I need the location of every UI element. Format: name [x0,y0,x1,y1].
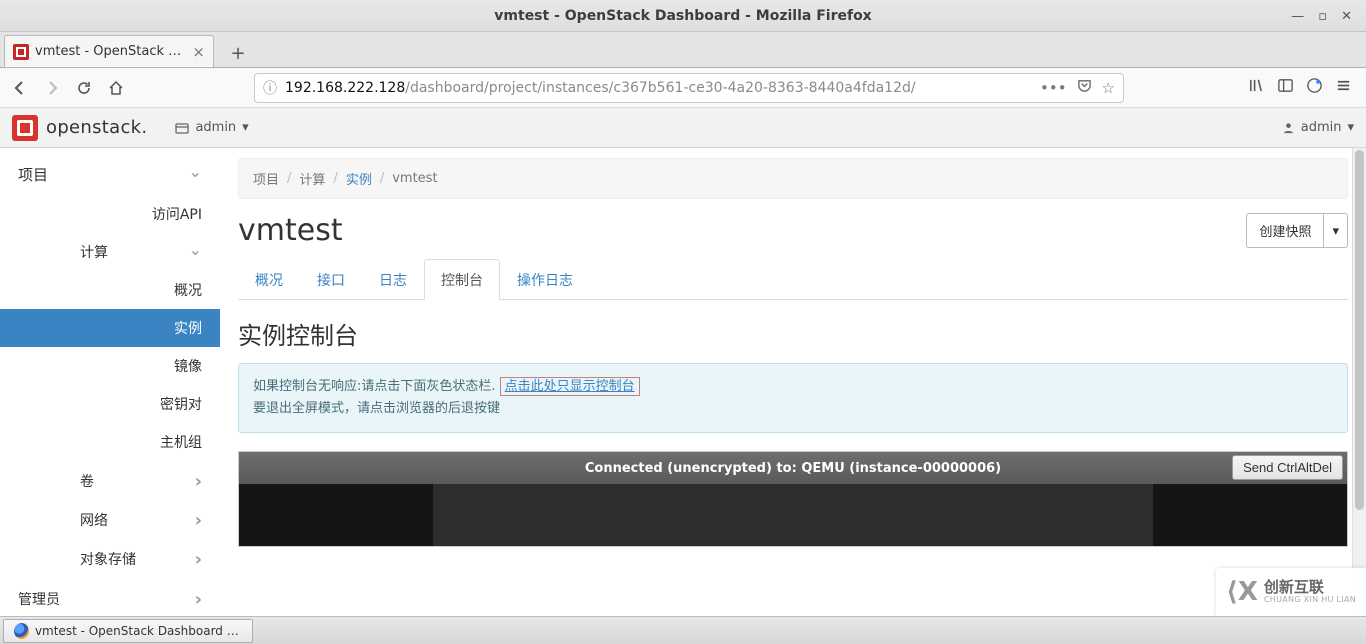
watermark-badge: ⟨X 创新互联 CHUANG XIN HU LIAN [1216,568,1366,616]
sidebar-group-objectstore[interactable]: 对象存储 [0,539,220,578]
breadcrumb-compute[interactable]: 计算 [299,169,325,188]
watermark-brand-zh: 创新互联 [1264,580,1356,596]
sidebar-group-compute[interactable]: 计算 [0,233,220,271]
openstack-favicon-icon [13,44,29,60]
breadcrumb-current: vmtest [392,171,437,186]
library-icon[interactable] [1248,77,1265,98]
sidebar-item-keypairs[interactable]: 密钥对 [0,385,220,423]
vnc-status-text: Connected (unencrypted) to: QEMU (instan… [239,461,1347,476]
tab-close-icon[interactable]: × [192,43,205,61]
chevron-right-icon [195,509,202,530]
breadcrumb: 项目 / 计算 / 实例 / vmtest [238,158,1348,199]
browser-navbar: ⓘ 192.168.222.128/dashboard/project/inst… [0,68,1366,108]
taskbar-item-label: vmtest - OpenStack Dashboard - M... [35,624,242,638]
nav-forward-button[interactable] [38,74,66,102]
sidebar-group-volumes[interactable]: 卷 [0,461,220,500]
main-content: 项目 / 计算 / 实例 / vmtest vmtest 创建快照 ▾ 概况 接… [220,148,1366,616]
create-snapshot-button[interactable]: 创建快照 [1246,213,1324,248]
send-ctrlaltdel-button[interactable]: Send CtrlAltDel [1232,455,1343,480]
pocket-icon[interactable] [1077,78,1092,97]
chevron-right-icon [195,588,202,609]
site-info-icon[interactable]: ⓘ [263,78,277,98]
sidebar-group-project[interactable]: 项目 [0,154,220,195]
breadcrumb-project[interactable]: 项目 [253,169,279,188]
user-icon [1282,121,1295,134]
vertical-scrollbar[interactable] [1352,148,1366,616]
tab-log[interactable]: 日志 [362,259,424,300]
detail-tabs: 概况 接口 日志 控制台 操作日志 [238,258,1348,300]
page-actions-icon[interactable]: ••• [1040,79,1067,97]
browser-tab-active[interactable]: vmtest - OpenStack Dash × [4,35,214,67]
chevron-right-icon [195,548,202,569]
sidebar-item-overview[interactable]: 概况 [0,271,220,309]
window-close-icon[interactable]: ✕ [1341,9,1352,24]
project-icon [175,121,189,135]
os-taskbar: vmtest - OpenStack Dashboard - M... [0,616,1366,644]
action-button-group: 创建快照 ▾ [1246,213,1348,248]
nav-home-button[interactable] [102,74,130,102]
browser-tab-label: vmtest - OpenStack Dash [35,44,186,59]
firefox-icon [14,623,29,639]
account-icon[interactable] [1306,77,1323,98]
vnc-status-bar[interactable]: Connected (unencrypted) to: QEMU (instan… [239,452,1347,484]
console-note: 如果控制台无响应:请点击下面灰色状态栏. 点击此处只显示控制台 要退出全屏模式，… [238,363,1348,433]
taskbar-item-firefox[interactable]: vmtest - OpenStack Dashboard - M... [3,619,253,643]
project-switcher[interactable]: admin ▾ [167,116,256,139]
window-title: vmtest - OpenStack Dashboard - Mozilla F… [0,8,1366,24]
caret-down-icon: ▾ [242,120,249,135]
user-menu[interactable]: admin ▾ [1282,120,1354,135]
sidebar-group-network[interactable]: 网络 [0,500,220,539]
action-dropdown-caret[interactable]: ▾ [1324,213,1348,248]
browser-tabstrip: vmtest - OpenStack Dash × + [0,32,1366,68]
tab-actionlog[interactable]: 操作日志 [500,259,590,300]
chevron-right-icon [195,470,202,491]
note-line1-text: 如果控制台无响应:请点击下面灰色状态栏. [253,379,496,394]
hamburger-menu-icon[interactable] [1335,77,1352,98]
sidebar-item-hostgroups[interactable]: 主机组 [0,423,220,461]
nav-reload-button[interactable] [70,74,98,102]
sidebar-item-images[interactable]: 镜像 [0,347,220,385]
openstack-wordmark: openstack. [46,117,147,138]
window-maximize-icon[interactable]: ▫ [1318,9,1327,24]
openstack-topbar: openstack. admin ▾ admin ▾ [0,108,1366,148]
new-tab-button[interactable]: + [224,39,252,67]
sidebar-group-admin[interactable]: 管理员 [0,578,220,619]
chevron-down-icon [189,165,202,184]
caret-down-icon: ▾ [1347,120,1354,135]
tab-console[interactable]: 控制台 [424,259,500,300]
nav-back-button[interactable] [6,74,34,102]
note-line2-text: 要退出全屏模式，请点击浏览器的后退按键 [253,398,1333,420]
sidebar-toggle-icon[interactable] [1277,77,1294,98]
tab-overview[interactable]: 概况 [238,259,300,300]
sidebar-item-instances[interactable]: 实例 [0,309,220,347]
url-text: 192.168.222.128/dashboard/project/instan… [285,80,1040,96]
panel-heading: 实例控制台 [238,316,1348,351]
user-label: admin [1301,120,1342,135]
vnc-screen[interactable] [239,484,1347,546]
tab-interfaces[interactable]: 接口 [300,259,362,300]
project-label: admin [195,120,236,135]
scrollbar-thumb[interactable] [1355,150,1364,510]
chevron-down-icon [189,243,202,262]
os-titlebar: vmtest - OpenStack Dashboard - Mozilla F… [0,0,1366,32]
page-title: vmtest [238,213,1246,248]
bookmark-star-icon[interactable]: ☆ [1102,79,1115,97]
show-only-console-link[interactable]: 点击此处只显示控制台 [500,377,640,396]
breadcrumb-instances[interactable]: 实例 [346,169,372,188]
openstack-mark-icon [12,115,38,141]
watermark-glyph-icon: ⟨X [1226,577,1258,607]
vnc-frame: Connected (unencrypted) to: QEMU (instan… [238,451,1348,547]
openstack-logo[interactable]: openstack. [12,115,147,141]
sidebar-item-api[interactable]: 访问API [0,195,220,233]
window-minimize-icon[interactable]: — [1291,9,1304,24]
sidebar: 项目 访问API 计算 概况 实例 镜像 密钥对 主机组 卷 网络 对象存储 管… [0,148,220,616]
watermark-brand-en: CHUANG XIN HU LIAN [1264,596,1356,604]
url-bar[interactable]: ⓘ 192.168.222.128/dashboard/project/inst… [254,73,1124,103]
